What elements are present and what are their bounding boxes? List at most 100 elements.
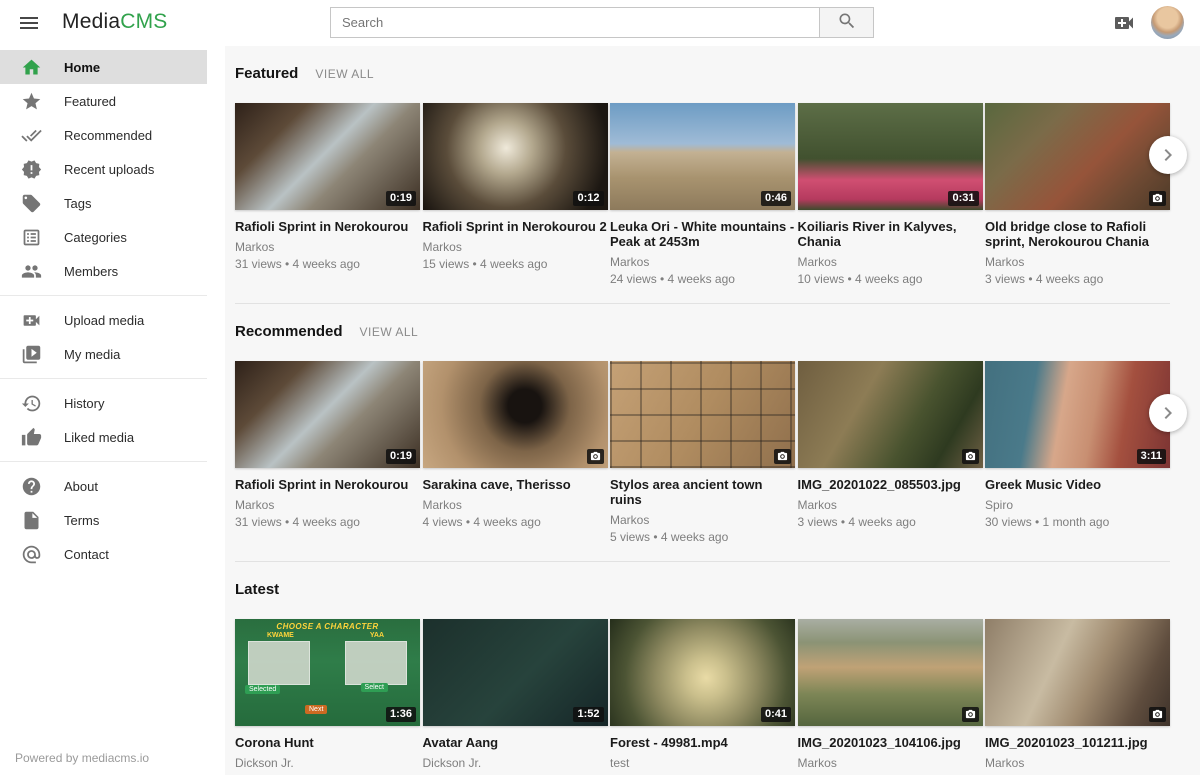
media-card[interactable]: IMG_20201023_104106.jpgMarkos4 views • 4… [798, 619, 983, 775]
duration-badge: 3:11 [1137, 449, 1166, 464]
media-author[interactable]: Markos [798, 255, 983, 269]
sidebar-item-upload-media[interactable]: Upload media [0, 303, 207, 337]
media-thumbnail[interactable] [985, 619, 1170, 726]
upload-media-icon[interactable] [1112, 11, 1136, 35]
media-card[interactable]: IMG_20201023_101211.jpgMarkos4 views • 4… [985, 619, 1170, 775]
media-card[interactable]: Old bridge close to Rafioli sprint, Nero… [985, 103, 1170, 286]
sidebar-item-recent-uploads[interactable]: Recent uploads [0, 152, 207, 186]
sidebar-item-history[interactable]: History [0, 386, 207, 420]
media-title[interactable]: Forest - 49981.mp4 [610, 735, 795, 750]
media-title[interactable]: Greek Music Video [985, 477, 1170, 492]
media-title[interactable]: Rafioli Sprint in Nerokourou [235, 219, 420, 234]
sidebar-item-liked-media[interactable]: Liked media [0, 420, 207, 454]
media-title[interactable]: Rafioli Sprint in Nerokourou [235, 477, 420, 492]
videocam-plus-icon [21, 310, 42, 331]
sidebar-item-recommended[interactable]: Recommended [0, 118, 207, 152]
media-author[interactable]: Markos [985, 756, 1170, 770]
powered-by-text[interactable]: Powered by mediacms.io [15, 751, 149, 765]
media-author[interactable]: Markos [423, 240, 608, 254]
media-thumbnail[interactable] [423, 361, 608, 468]
media-author[interactable]: Markos [798, 756, 983, 770]
media-card[interactable]: 1:52Avatar AangDickson Jr.12 views • 1 w… [423, 619, 608, 775]
sidebar-item-featured[interactable]: Featured [0, 84, 207, 118]
media-title[interactable]: IMG_20201022_085503.jpg [798, 477, 983, 492]
media-card[interactable]: IMG_20201022_085503.jpgMarkos3 views • 4… [798, 361, 983, 544]
media-thumbnail[interactable]: CHOOSE A CHARACTERKWAMEYAASelectedNextSe… [235, 619, 420, 726]
media-author[interactable]: Markos [610, 513, 795, 527]
media-thumbnail[interactable]: 0:31 [798, 103, 983, 210]
media-thumbnail[interactable]: 0:19 [235, 103, 420, 210]
media-title[interactable]: IMG_20201023_101211.jpg [985, 735, 1170, 750]
sidebar-item-tags[interactable]: Tags [0, 186, 207, 220]
media-author[interactable]: Markos [985, 255, 1170, 269]
media-card[interactable]: 0:19 Rafioli Sprint in Nerokourou Markos 31… [235, 361, 420, 544]
media-author[interactable]: Markos [235, 498, 420, 512]
media-title[interactable]: Sarakina cave, Therisso [423, 477, 608, 492]
duration-badge: 0:41 [761, 707, 791, 722]
media-thumbnail[interactable] [798, 361, 983, 468]
media-thumbnail[interactable] [985, 103, 1170, 210]
search-button[interactable] [819, 7, 874, 38]
user-avatar[interactable] [1151, 6, 1184, 39]
photo-badge [587, 449, 604, 464]
media-card[interactable]: 0:31 Koiliaris River in Kalyves, Chania Ma… [798, 103, 983, 286]
media-thumbnail[interactable]: 0:41 [610, 619, 795, 726]
media-author[interactable]: Dickson Jr. [423, 756, 608, 770]
media-title[interactable]: Avatar Aang [423, 735, 608, 750]
app-logo[interactable]: MediaCMS [62, 10, 167, 34]
duration-badge: 0:19 [386, 449, 416, 464]
media-thumbnail[interactable]: 3:11 [985, 361, 1170, 468]
media-title[interactable]: Old bridge close to Rafioli sprint, Nero… [985, 219, 1170, 249]
next-slide-button[interactable] [1149, 394, 1187, 432]
media-card[interactable]: Stylos area ancient town ruinsMarkos5 vi… [610, 361, 795, 544]
home-icon [21, 57, 42, 78]
main-content: FeaturedVIEW ALL0:19Rafioli Sprint in Ne… [225, 46, 1200, 775]
menu-icon[interactable] [17, 11, 41, 35]
media-card[interactable]: Sarakina cave, TherissoMarkos4 views • 4… [423, 361, 608, 544]
logo-text-cms: CMS [120, 10, 167, 33]
media-card[interactable]: 3:11Greek Music VideoSpiro30 views • 1 m… [985, 361, 1170, 544]
media-thumbnail[interactable]: 0:46 [610, 103, 795, 210]
next-slide-button[interactable] [1149, 136, 1187, 174]
media-card[interactable]: 0:19Rafioli Sprint in NerokourouMarkos31… [235, 103, 420, 286]
sidebar-item-my-media[interactable]: My media [0, 337, 207, 371]
media-thumbnail[interactable]: 1:52 [423, 619, 608, 726]
view-all-link[interactable]: VIEW ALL [315, 67, 374, 81]
media-author[interactable]: test [610, 756, 795, 770]
sidebar-item-terms[interactable]: Terms [0, 503, 207, 537]
media-title[interactable]: Leuka Ori - White mountains - Peak at 24… [610, 219, 795, 249]
media-thumbnail[interactable]: 0:19 [235, 361, 420, 468]
media-author[interactable]: Dickson Jr. [235, 756, 420, 770]
media-title[interactable]: Rafioli Sprint in Nerokourou 2 [423, 219, 608, 234]
sidebar-item-home[interactable]: Home [0, 50, 207, 84]
media-meta: 31 views • 4 weeks ago [235, 515, 420, 529]
media-title[interactable]: Stylos area ancient town ruins [610, 477, 795, 507]
media-thumbnail[interactable] [610, 361, 795, 468]
media-meta: 15 views • 4 weeks ago [423, 257, 608, 271]
sidebar-item-members[interactable]: Members [0, 254, 207, 288]
media-title[interactable]: Koiliaris River in Kalyves, Chania [798, 219, 983, 249]
media-thumbnail[interactable] [798, 619, 983, 726]
media-title[interactable]: IMG_20201023_104106.jpg [798, 735, 983, 750]
view-all-link[interactable]: VIEW ALL [360, 325, 419, 339]
sidebar-item-about[interactable]: About [0, 469, 207, 503]
sidebar-item-label: History [64, 396, 104, 411]
search-input[interactable] [330, 7, 820, 38]
media-title[interactable]: Corona Hunt [235, 735, 420, 750]
photo-badge [774, 449, 791, 464]
media-author[interactable]: Markos [423, 498, 608, 512]
media-card[interactable]: 0:41Forest - 49981.mp4test17 views • 3 w… [610, 619, 795, 775]
game-character-name: YAA [370, 632, 384, 639]
sidebar-item-label: About [64, 479, 98, 494]
media-author[interactable]: Spiro [985, 498, 1170, 512]
media-thumbnail[interactable]: 0:12 [423, 103, 608, 210]
sidebar-item-categories[interactable]: Categories [0, 220, 207, 254]
media-card[interactable]: 0:46 Leuka Ori - White mountains - Peak a… [610, 103, 795, 286]
media-card[interactable]: CHOOSE A CHARACTERKWAMEYAASelectedNextSe… [235, 619, 420, 775]
menu-icon [17, 11, 41, 35]
media-author[interactable]: Markos [798, 498, 983, 512]
sidebar-item-contact[interactable]: Contact [0, 537, 207, 571]
media-author[interactable]: Markos [235, 240, 420, 254]
media-card[interactable]: 0:12 Rafioli Sprint in Nerokourou 2 Markos… [423, 103, 608, 286]
media-author[interactable]: Markos [610, 255, 795, 269]
